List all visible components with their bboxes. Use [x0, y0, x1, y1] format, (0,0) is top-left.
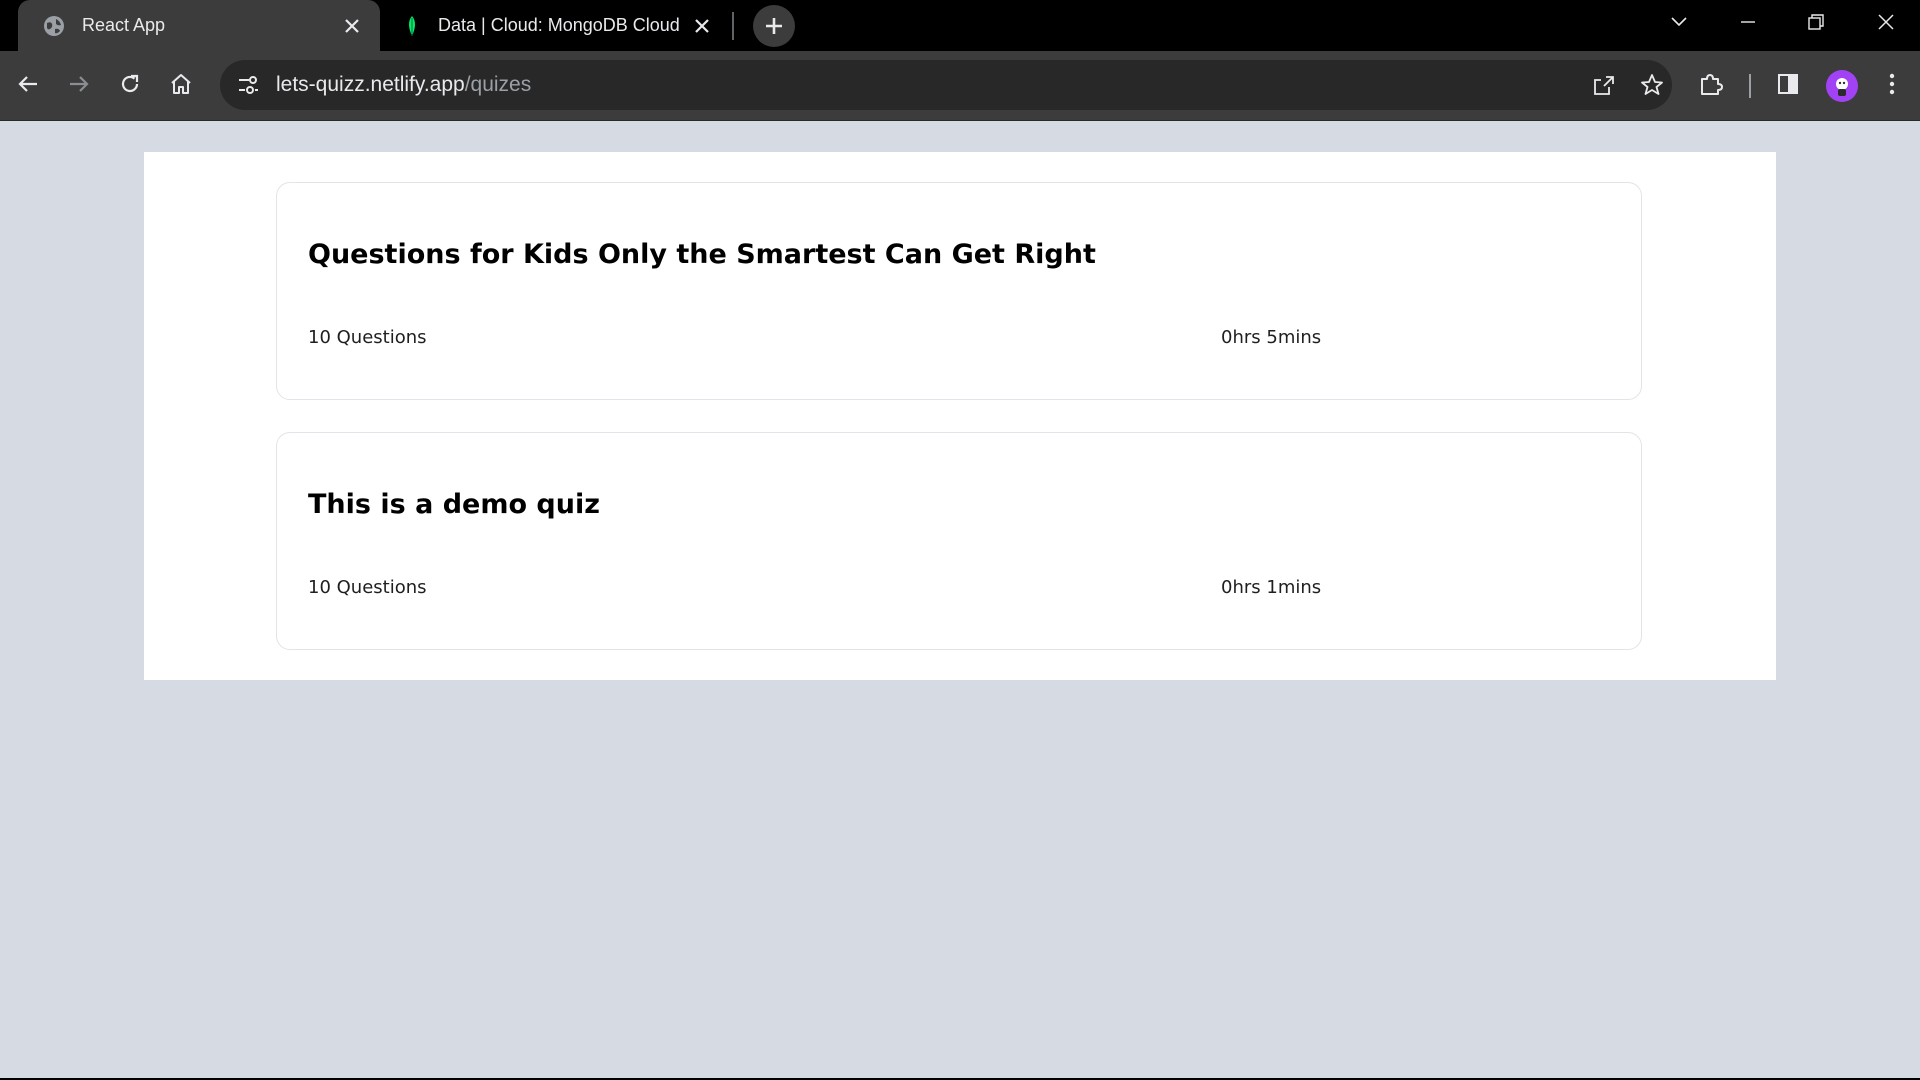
- tab-separator: [732, 12, 734, 40]
- quiz-duration: 0hrs 5mins: [1221, 327, 1322, 348]
- url-text: lets-quizz.netlify.app/quizes: [276, 73, 531, 97]
- close-window-button[interactable]: [1856, 0, 1916, 44]
- reload-icon: [121, 74, 139, 93]
- quiz-list-container: Questions for Kids Only the Smartest Can…: [144, 152, 1776, 680]
- menu-button[interactable]: [1870, 62, 1914, 106]
- url-host: lets-quizz.netlify.app: [276, 73, 465, 96]
- quiz-title: Questions for Kids Only the Smartest Can…: [308, 239, 1096, 270]
- arrow-right-icon: [70, 76, 89, 92]
- quiz-card[interactable]: This is a demo quiz 10 Questions 0hrs 1m…: [276, 432, 1642, 650]
- browser-titlebar: React App Data | Cloud: MongoDB Cloud: [0, 0, 1920, 51]
- minimize-button[interactable]: [1718, 0, 1778, 44]
- puzzle-piece-icon: [1701, 74, 1723, 95]
- forward-button[interactable]: [57, 62, 101, 106]
- quiz-title: This is a demo quiz: [308, 489, 600, 520]
- home-button[interactable]: [159, 62, 203, 106]
- tab-search-button[interactable]: [1649, 0, 1709, 44]
- close-icon: [1878, 14, 1894, 30]
- site-info-icon[interactable]: [226, 63, 270, 107]
- chevron-down-icon: [1671, 17, 1687, 27]
- close-icon[interactable]: [338, 12, 366, 40]
- more-vertical-icon: [1889, 73, 1895, 95]
- quiz-card[interactable]: Questions for Kids Only the Smartest Can…: [276, 182, 1642, 400]
- url-path: /quizes: [464, 73, 532, 96]
- profile-avatar[interactable]: [1826, 70, 1858, 102]
- browser-toolbar: lets-quizz.netlify.app/quizes: [0, 51, 1920, 121]
- reload-button[interactable]: [108, 62, 152, 106]
- restore-icon: [1808, 14, 1824, 30]
- tab-title: Data | Cloud: MongoDB Cloud: [438, 15, 680, 35]
- close-icon[interactable]: [688, 12, 716, 40]
- tab-react-app[interactable]: React App: [18, 0, 380, 51]
- tab-mongodb-cloud[interactable]: Data | Cloud: MongoDB Cloud: [390, 0, 730, 51]
- avatar-icon: [1836, 78, 1848, 96]
- quiz-duration: 0hrs 1mins: [1221, 577, 1322, 598]
- quiz-question-count: 10 Questions: [308, 577, 427, 598]
- restore-button[interactable]: [1786, 0, 1846, 44]
- plus-icon: [766, 18, 782, 34]
- home-icon: [171, 74, 191, 94]
- side-panel-icon: [1778, 74, 1798, 94]
- bookmark-star-icon[interactable]: [1632, 65, 1672, 105]
- extensions-button[interactable]: [1689, 62, 1733, 106]
- share-icon[interactable]: [1584, 65, 1624, 105]
- mongodb-leaf-icon: [400, 14, 424, 38]
- toolbar-divider: [1749, 74, 1751, 98]
- new-tab-button[interactable]: [753, 5, 795, 47]
- minimize-icon: [1741, 21, 1755, 23]
- side-panel-button[interactable]: [1766, 62, 1810, 106]
- quiz-question-count: 10 Questions: [308, 327, 427, 348]
- back-button[interactable]: [6, 62, 50, 106]
- globe-icon: [42, 14, 66, 38]
- tab-title: React App: [82, 15, 166, 35]
- arrow-left-icon: [18, 76, 37, 92]
- address-bar[interactable]: lets-quizz.netlify.app/quizes: [220, 60, 1672, 110]
